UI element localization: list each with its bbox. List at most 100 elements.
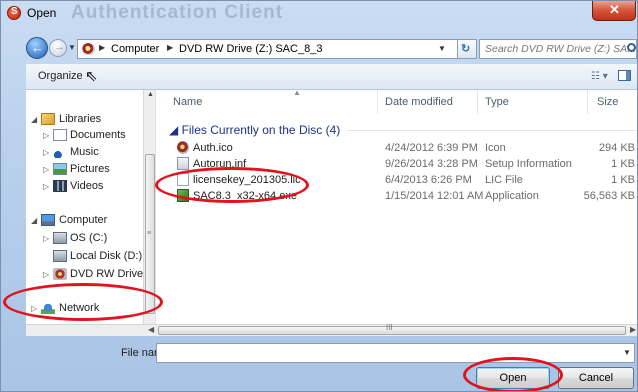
scroll-right-icon[interactable]: ▶: [630, 325, 636, 334]
nav-item-os-c[interactable]: OS (C:): [70, 232, 107, 244]
command-toolbar: Organize ☷ ▾ ?: [26, 64, 637, 90]
close-icon: ✕: [609, 2, 620, 17]
recent-pages-dropdown-icon[interactable]: ▼: [68, 43, 76, 52]
sort-ascending-icon: ▲: [293, 88, 301, 97]
cancel-button[interactable]: Cancel: [558, 367, 634, 389]
nav-item-local-disk-d[interactable]: Local Disk (D:): [70, 250, 142, 262]
file-date: 9/26/2014 3:28 PM: [385, 158, 478, 170]
horizontal-scrollbar[interactable]: ◀ III ▶: [26, 323, 637, 336]
file-date: 1/15/2014 12:01 AM: [385, 190, 484, 202]
background-window-title: Authentication Client: [71, 2, 284, 23]
filename-dropdown-icon[interactable]: ▼: [623, 348, 631, 357]
title-bar: Open Authentication Client ✕: [1, 1, 637, 25]
computer-icon: [41, 214, 55, 226]
open-button[interactable]: Open: [476, 367, 550, 389]
music-icon: [53, 146, 67, 158]
nav-item-music[interactable]: Music: [70, 146, 99, 158]
nav-pane-scrollbar[interactable]: ▲ ≡: [143, 90, 155, 324]
address-bar[interactable]: ▶ Computer ▶ DVD RW Drive (Z:) SAC_8_3 ▼: [77, 39, 467, 59]
search-placeholder: Search DVD RW Drive (Z:) SA...: [485, 43, 636, 55]
scroll-up-icon[interactable]: ▲: [147, 91, 154, 98]
content-area: ◢ Libraries ▷ Documents ▷ Music ▷ Pictur…: [26, 88, 637, 336]
file-date: 4/24/2012 6:39 PM: [385, 142, 478, 154]
back-arrow-icon: ←: [31, 40, 44, 55]
file-name: Autorun.inf: [193, 158, 247, 170]
license-file-icon: [177, 173, 189, 186]
file-type: Application: [485, 190, 539, 202]
dialog-title: Open: [27, 6, 57, 20]
breadcrumb-dvd-drive[interactable]: DVD RW Drive (Z:) SAC_8_3: [179, 43, 322, 55]
close-button[interactable]: ✕: [592, 1, 636, 21]
file-date: 6/4/2013 6:26 PM: [385, 174, 472, 186]
file-type: Icon: [485, 142, 506, 154]
file-size: 294 KB: [598, 142, 635, 154]
collapsed-arrow-icon[interactable]: ▷: [43, 234, 49, 243]
local-disk-icon: [53, 250, 67, 262]
address-dropdown-icon[interactable]: ▼: [438, 44, 446, 53]
expanded-arrow-icon[interactable]: ◢: [31, 115, 37, 124]
file-row[interactable]: SAC8.3_x32-x64.exe 1/15/2014 12:01 AM Ap…: [157, 188, 637, 204]
nav-item-computer[interactable]: Computer: [59, 214, 107, 226]
mouse-cursor-icon: ⇖: [85, 68, 98, 85]
organize-button[interactable]: Organize: [38, 70, 83, 82]
filename-input[interactable]: ▼: [156, 343, 635, 363]
group-divider: [347, 130, 637, 131]
change-view-icon[interactable]: ☷ ▾: [591, 71, 608, 82]
file-list[interactable]: ▲ Name Date modified Type Size ◢ Files C…: [157, 88, 637, 324]
file-size: 1 KB: [611, 158, 635, 170]
scroll-left-icon[interactable]: ◀: [148, 325, 154, 334]
search-icon: [627, 43, 636, 52]
column-header-size[interactable]: Size: [597, 96, 618, 108]
nav-item-network[interactable]: Network: [59, 302, 99, 314]
breadcrumb-arrow-icon[interactable]: ▶: [99, 43, 105, 52]
documents-icon: [53, 129, 67, 141]
file-name: Auth.ico: [193, 142, 233, 154]
group-header-label: Files Currently on the Disc (4): [181, 123, 341, 137]
dvd-drive-icon: [53, 268, 67, 280]
nav-item-pictures[interactable]: Pictures: [70, 163, 110, 175]
collapsed-arrow-icon[interactable]: ▷: [43, 131, 49, 140]
file-row[interactable]: Autorun.inf 9/26/2014 3:28 PM Setup Info…: [157, 156, 637, 172]
nav-item-libraries[interactable]: Libraries: [59, 113, 101, 125]
column-divider[interactable]: [587, 90, 588, 114]
forward-arrow-icon: →: [54, 41, 65, 53]
collapsed-arrow-icon[interactable]: ▷: [43, 148, 49, 157]
column-header-name[interactable]: Name: [173, 96, 202, 108]
file-row[interactable]: Auth.ico 4/24/2012 6:39 PM Icon 294 KB: [157, 140, 637, 156]
preview-pane-icon[interactable]: [618, 70, 631, 81]
setup-file-icon: [177, 157, 189, 170]
file-name: SAC8.3_x32-x64.exe: [193, 190, 297, 202]
file-name: licensekey_201305.lic: [193, 174, 301, 186]
collapsed-arrow-icon[interactable]: ▷: [43, 182, 49, 191]
nav-item-videos[interactable]: Videos: [70, 180, 103, 192]
navigation-pane[interactable]: ◢ Libraries ▷ Documents ▷ Music ▷ Pictur…: [26, 90, 156, 324]
file-row[interactable]: licensekey_201305.lic 6/4/2013 6:26 PM L…: [157, 172, 637, 188]
scrollbar-grip-icon: III: [386, 323, 393, 332]
back-button[interactable]: ←: [26, 37, 48, 59]
column-header-date[interactable]: Date modified: [385, 96, 453, 108]
collapsed-arrow-icon[interactable]: ▷: [43, 270, 49, 279]
file-type: LIC File: [485, 174, 523, 186]
nav-item-documents[interactable]: Documents: [70, 129, 126, 141]
column-divider[interactable]: [477, 90, 478, 114]
breadcrumb-arrow-icon[interactable]: ▶: [167, 43, 173, 52]
network-icon: [41, 302, 55, 314]
column-divider[interactable]: [377, 90, 378, 114]
collapsed-arrow-icon[interactable]: ▷: [43, 165, 49, 174]
forward-button[interactable]: →: [49, 39, 67, 57]
videos-icon: [53, 180, 67, 192]
file-size: 56,563 KB: [583, 190, 635, 202]
column-header-type[interactable]: Type: [485, 96, 509, 108]
search-input[interactable]: Search DVD RW Drive (Z:) SA...: [479, 39, 637, 59]
pictures-icon: [53, 163, 67, 175]
open-dialog: Open Authentication Client ✕ ← → ▼ ▶ Com…: [0, 0, 638, 392]
expanded-arrow-icon[interactable]: ◢: [31, 216, 37, 225]
libraries-icon: [41, 113, 55, 125]
collapsed-arrow-icon[interactable]: ▷: [31, 304, 37, 313]
dvd-drive-icon: [82, 43, 95, 55]
refresh-button[interactable]: ↻: [457, 39, 477, 59]
group-header[interactable]: ◢ Files Currently on the Disc (4): [169, 123, 340, 137]
breadcrumb-computer[interactable]: Computer: [111, 43, 159, 55]
ico-file-icon: [177, 141, 189, 154]
refresh-icon: ↻: [461, 43, 471, 55]
